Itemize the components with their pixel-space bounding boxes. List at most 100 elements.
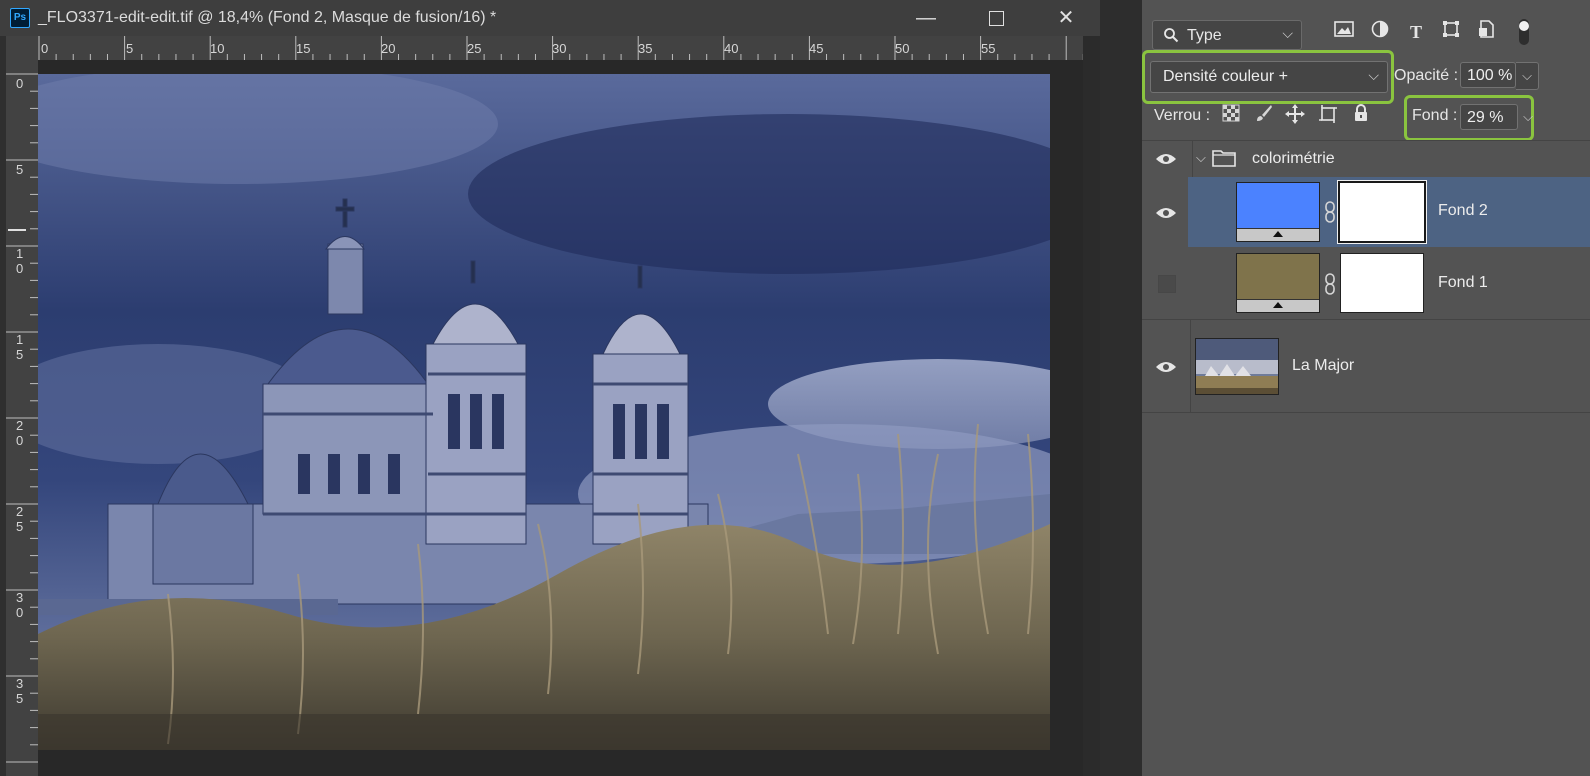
fill-field[interactable]: 29 % bbox=[1460, 104, 1518, 130]
opacity-dropdown-button[interactable]: ⌵ bbox=[1516, 62, 1539, 90]
panel-gutter bbox=[1100, 0, 1142, 776]
ruler-v-label: 1 bbox=[16, 332, 24, 347]
adjustment-indicator bbox=[1237, 228, 1319, 241]
eye-icon bbox=[1156, 154, 1176, 164]
eye-icon bbox=[1156, 208, 1176, 218]
maximize-icon bbox=[988, 11, 1004, 26]
ruler-h-label: 30 bbox=[552, 41, 567, 56]
ruler-v-label: 2 bbox=[16, 418, 24, 433]
ruler-v-label: 3 bbox=[16, 590, 24, 605]
link-icon[interactable] bbox=[1324, 273, 1336, 295]
layers-panel: Type ⌵ T Densité couleur + ⌵ Opacité : 1… bbox=[1142, 0, 1590, 776]
fill-label: Fond : bbox=[1412, 107, 1458, 124]
minimize-button[interactable]: — bbox=[908, 4, 944, 32]
blend-mode-value: Densité couleur + bbox=[1163, 68, 1288, 85]
ruler-v-label: 2 bbox=[16, 504, 24, 519]
lock-label: Verrou : bbox=[1154, 107, 1211, 124]
ruler-v-label: 0 bbox=[16, 433, 24, 448]
filter-adjustment-layers-icon[interactable] bbox=[1368, 20, 1392, 44]
filter-type-layers-icon[interactable]: T bbox=[1404, 20, 1428, 44]
layer-mask-thumbnail[interactable] bbox=[1337, 180, 1427, 244]
ruler-origin[interactable] bbox=[6, 36, 38, 60]
layer-mask-thumbnail[interactable] bbox=[1340, 253, 1424, 313]
ruler-h-label: 5 bbox=[126, 41, 134, 56]
chevron-down-icon: ⌵ bbox=[1282, 25, 1293, 41]
ruler-v-label: 5 bbox=[16, 691, 24, 706]
layer-row-la-major[interactable]: La Major bbox=[1142, 320, 1590, 412]
window-scrollbar[interactable] bbox=[1083, 36, 1100, 776]
close-icon: ✕ bbox=[1057, 7, 1075, 29]
horizontal-ruler[interactable]: 0 5 10 15 20 25 30 35 40 45 50 55 bbox=[38, 36, 1100, 61]
horizontal-ruler-ticks bbox=[38, 36, 1084, 60]
layer-filter-label: Type bbox=[1187, 27, 1222, 44]
ruler-h-label: 10 bbox=[210, 41, 225, 56]
column-divider bbox=[1190, 320, 1191, 412]
layer-row-fond-1[interactable]: Fond 1 bbox=[1142, 247, 1590, 319]
maximize-button[interactable] bbox=[978, 4, 1014, 32]
blend-mode-select[interactable]: Densité couleur + ⌵ bbox=[1150, 61, 1388, 93]
ruler-v-label: 0 bbox=[16, 605, 24, 620]
layer-group-row[interactable]: ⌵ colorimétrie bbox=[1142, 141, 1590, 177]
document-image[interactable] bbox=[38, 74, 1050, 750]
ruler-h-label: 50 bbox=[895, 41, 910, 56]
filter-toggle-switch[interactable] bbox=[1512, 18, 1536, 45]
visibility-off-box bbox=[1158, 275, 1176, 293]
lock-all-icon[interactable] bbox=[1349, 104, 1373, 128]
layer-visibility-toggle[interactable] bbox=[1142, 320, 1188, 412]
document-title-bar[interactable]: Ps _FLO3371-edit-edit.tif @ 18,4% (Fond … bbox=[0, 0, 1100, 36]
layer-filter-select[interactable]: Type ⌵ bbox=[1152, 20, 1302, 50]
opacity-label: Opacité : bbox=[1394, 67, 1459, 84]
link-icon[interactable] bbox=[1324, 201, 1336, 223]
ruler-h-label: 0 bbox=[41, 41, 49, 56]
layer-thumbnail[interactable] bbox=[1236, 253, 1320, 313]
group-name: colorimétrie bbox=[1252, 150, 1335, 167]
lock-transparent-pixels-icon[interactable] bbox=[1219, 104, 1243, 128]
ruler-h-label: 15 bbox=[296, 41, 311, 56]
lock-artboard-crop-icon[interactable] bbox=[1316, 104, 1340, 128]
ruler-v-label: 5 bbox=[16, 347, 24, 362]
close-button[interactable]: ✕ bbox=[1048, 4, 1084, 32]
opacity-field[interactable]: 100 % bbox=[1460, 62, 1516, 88]
canvas-area[interactable] bbox=[38, 60, 1083, 776]
column-divider bbox=[1192, 141, 1193, 177]
group-visibility-toggle[interactable] bbox=[1142, 141, 1188, 177]
filter-smart-objects-icon[interactable] bbox=[1474, 20, 1498, 44]
document-window: Ps _FLO3371-edit-edit.tif @ 18,4% (Fond … bbox=[0, 0, 1100, 776]
adjustment-indicator bbox=[1237, 299, 1319, 312]
ruler-v-label: 1 bbox=[16, 246, 24, 261]
ruler-v-label: 5 bbox=[16, 162, 24, 177]
ruler-h-label: 35 bbox=[638, 41, 653, 56]
ruler-v-label: 0 bbox=[16, 261, 24, 276]
document-title: _FLO3371-edit-edit.tif @ 18,4% (Fond 2, … bbox=[38, 9, 497, 26]
lock-image-pixels-brush-icon[interactable] bbox=[1252, 104, 1276, 128]
fill-dropdown-button[interactable]: ⌵ bbox=[1518, 104, 1538, 130]
eye-icon bbox=[1156, 362, 1176, 372]
layer-visibility-toggle[interactable] bbox=[1142, 247, 1188, 319]
ruler-h-label: 25 bbox=[467, 41, 482, 56]
minimize-icon: — bbox=[916, 7, 936, 29]
lock-position-move-icon[interactable] bbox=[1283, 104, 1307, 128]
divider bbox=[1142, 412, 1590, 413]
filter-pixel-layers-icon[interactable] bbox=[1332, 20, 1356, 44]
layer-thumbnail[interactable] bbox=[1195, 338, 1279, 395]
ruler-v-label: 3 bbox=[16, 676, 24, 691]
layer-visibility-toggle[interactable] bbox=[1142, 177, 1188, 247]
layer-thumbnail[interactable] bbox=[1236, 182, 1320, 242]
ruler-h-label: 45 bbox=[809, 41, 824, 56]
ruler-h-label: 20 bbox=[381, 41, 396, 56]
vertical-ruler[interactable]: 0 5 1 0 1 5 2 0 2 5 3 0 3 5 bbox=[6, 60, 39, 776]
ruler-v-label: 0 bbox=[16, 76, 24, 91]
layer-name: La Major bbox=[1292, 357, 1355, 374]
photoshop-logo: Ps bbox=[10, 8, 30, 28]
ruler-v-label: 5 bbox=[16, 519, 24, 534]
ruler-h-label: 40 bbox=[724, 41, 739, 56]
chevron-down-icon: ⌵ bbox=[1522, 68, 1532, 83]
chevron-down-icon: ⌵ bbox=[1368, 67, 1379, 83]
search-icon bbox=[1164, 28, 1179, 43]
ruler-h-label: 55 bbox=[981, 41, 996, 56]
layer-row-fond-2[interactable]: Fond 2 bbox=[1142, 177, 1590, 247]
filter-shape-layers-icon[interactable] bbox=[1439, 20, 1463, 44]
layer-name: Fond 2 bbox=[1438, 202, 1488, 219]
chevron-down-icon[interactable]: ⌵ bbox=[1196, 150, 1206, 166]
folder-icon bbox=[1212, 150, 1236, 167]
